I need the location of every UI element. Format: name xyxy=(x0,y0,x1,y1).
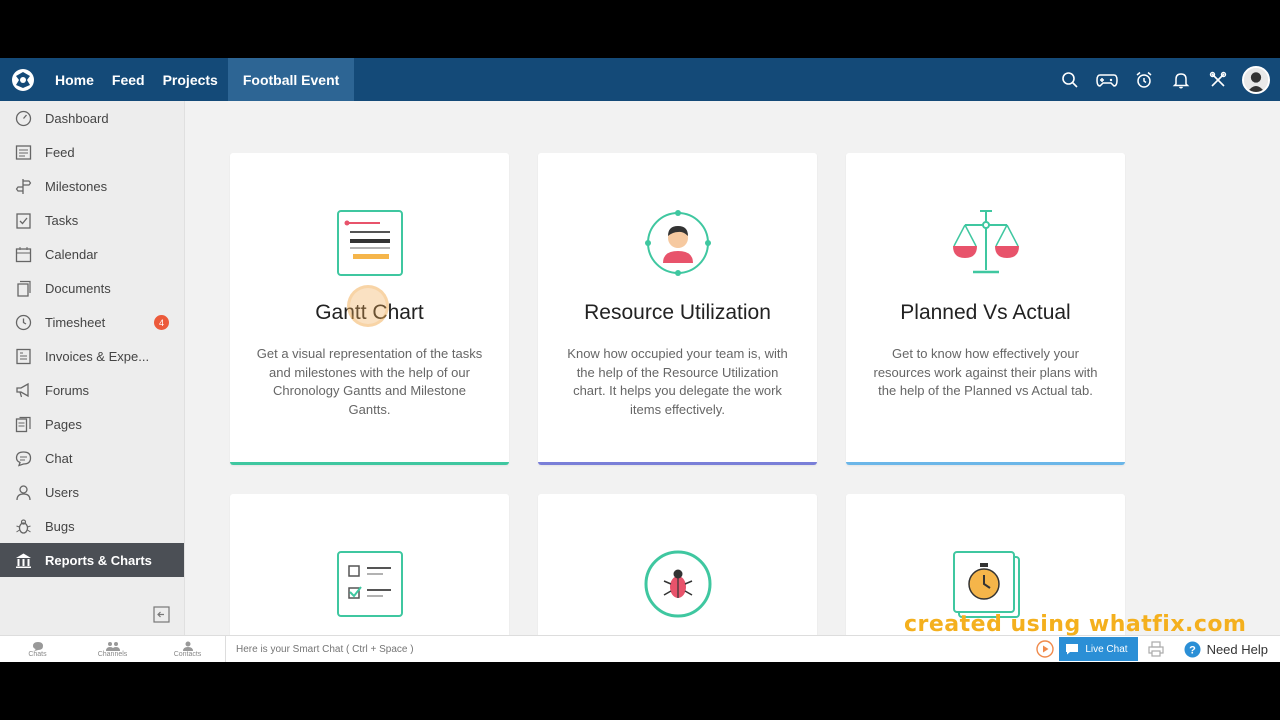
need-help-label: Need Help xyxy=(1206,641,1268,657)
calendar-icon xyxy=(14,245,32,263)
sidebar-item-label: Milestones xyxy=(45,178,108,194)
feed-icon xyxy=(14,143,32,161)
sidebar-item-users[interactable]: Users xyxy=(0,475,184,509)
nav-football-event[interactable]: Football Event xyxy=(227,58,355,101)
help-icon: ? xyxy=(1184,641,1201,657)
sidebar-item-label: Tasks xyxy=(45,212,79,228)
timesheet-badge: 4 xyxy=(154,315,169,330)
dashboard-icon xyxy=(14,109,32,127)
chats-tab[interactable]: Chats xyxy=(0,636,75,663)
pages-icon xyxy=(14,415,32,433)
bug-icon xyxy=(14,517,32,535)
contacts-tab[interactable]: Contacts xyxy=(150,636,225,663)
sidebar-item-label: Pages xyxy=(45,416,82,432)
stopwatch-icon xyxy=(951,549,1021,619)
card-description: Get to know how effectively your resourc… xyxy=(873,346,1098,398)
sidebar-item-timesheet[interactable]: Timesheet 4 xyxy=(0,305,184,339)
bug-report-icon xyxy=(643,549,713,619)
search-icon[interactable] xyxy=(1051,58,1088,101)
channels-tab[interactable]: Channels xyxy=(75,636,150,663)
contacts-tab-label: Contacts xyxy=(173,650,202,658)
user-avatar[interactable] xyxy=(1242,65,1270,94)
sidebar-item-label: Timesheet xyxy=(45,314,106,330)
print-icon[interactable] xyxy=(1138,636,1174,662)
sidebar-item-label: Documents xyxy=(45,280,111,296)
documents-icon xyxy=(14,279,32,297)
sidebar-item-label: Chat xyxy=(45,450,73,466)
sidebar-item-bugs[interactable]: Bugs xyxy=(0,509,184,543)
sidebar-item-label: Users xyxy=(45,484,79,500)
sidebar-item-label: Reports & Charts xyxy=(45,552,152,568)
watermark: created using whatfix.com xyxy=(904,612,1247,637)
bell-icon[interactable] xyxy=(1162,58,1199,101)
reports-content: Gantt Chart Get a visual representation … xyxy=(186,101,1280,662)
app-window: Home Feed Projects Football Event Dashbo… xyxy=(0,58,1280,662)
chat-icon xyxy=(14,449,32,467)
sidebar-item-reports-charts[interactable]: Reports & Charts xyxy=(0,543,184,577)
sidebar-item-label: Forums xyxy=(45,382,90,398)
megaphone-icon xyxy=(14,381,32,399)
sidebar-item-documents[interactable]: Documents xyxy=(0,271,184,305)
bottom-right-actions: Live Chat ? Need Help xyxy=(1031,636,1280,662)
sidebar-item-label: Bugs xyxy=(45,518,75,534)
nav-icon-group xyxy=(1051,58,1280,101)
top-navigation: Home Feed Projects Football Event xyxy=(0,58,1280,101)
sidebar-item-label: Feed xyxy=(45,144,75,160)
play-icon[interactable] xyxy=(1031,636,1059,662)
sidebar-item-label: Dashboard xyxy=(45,110,109,126)
need-help-button[interactable]: ? Need Help xyxy=(1174,641,1280,658)
sidebar-item-calendar[interactable]: Calendar xyxy=(0,237,184,271)
chats-tab-label: Chats xyxy=(28,650,47,658)
alarm-clock-icon[interactable] xyxy=(1125,58,1162,101)
nav-feed[interactable]: Feed xyxy=(103,58,154,101)
card-accent-bar xyxy=(846,462,1125,465)
gamepad-icon[interactable] xyxy=(1088,58,1125,101)
invoice-icon xyxy=(14,347,32,365)
app-logo[interactable] xyxy=(0,58,46,101)
collapse-sidebar-icon[interactable] xyxy=(153,606,170,623)
card-title: Planned Vs Actual xyxy=(900,301,1071,324)
gantt-chart-icon xyxy=(335,208,405,278)
sidebar-item-label: Calendar xyxy=(45,246,98,262)
sidebar-item-milestones[interactable]: Milestones xyxy=(0,169,184,203)
card-resource-utilization[interactable]: Resource Utilization Know how occupied y… xyxy=(538,153,817,465)
sidebar-item-feed[interactable]: Feed xyxy=(0,135,184,169)
users-icon xyxy=(14,483,32,501)
channels-icon xyxy=(105,641,120,651)
tools-icon[interactable] xyxy=(1199,58,1236,101)
nav-home[interactable]: Home xyxy=(46,58,103,101)
card-title: Resource Utilization xyxy=(584,301,771,324)
resource-person-icon xyxy=(643,208,713,278)
card-description: Get a visual representation of the tasks… xyxy=(256,346,483,417)
svg-text:?: ? xyxy=(1189,644,1196,656)
live-chat-label: Live Chat xyxy=(1085,643,1128,655)
checklist-icon xyxy=(335,549,405,619)
chat-bubble-icon xyxy=(1066,644,1079,655)
sidebar-item-forums[interactable]: Forums xyxy=(0,373,184,407)
sidebar-item-tasks[interactable]: Tasks xyxy=(0,203,184,237)
bottom-chat-bar: Chats Channels Contacts Live Chat ? Nee xyxy=(0,635,1280,662)
card-accent-bar xyxy=(538,462,817,465)
card-planned-vs-actual[interactable]: Planned Vs Actual Get to know how effect… xyxy=(846,153,1125,465)
smart-chat-input[interactable] xyxy=(225,635,1015,662)
card-accent-bar xyxy=(230,462,509,465)
bank-icon xyxy=(14,551,32,569)
clock-icon xyxy=(14,313,32,331)
live-chat-button[interactable]: Live Chat xyxy=(1059,637,1138,661)
click-highlight xyxy=(347,285,389,327)
sidebar: Dashboard Feed Milestones Tasks Calendar… xyxy=(0,101,185,635)
sidebar-item-pages[interactable]: Pages xyxy=(0,407,184,441)
channels-tab-label: Channels xyxy=(97,650,128,658)
contacts-icon xyxy=(182,641,193,651)
nav-projects[interactable]: Projects xyxy=(154,58,227,101)
sidebar-item-dashboard[interactable]: Dashboard xyxy=(0,101,184,135)
sidebar-item-label: Invoices & Expe... xyxy=(45,348,150,364)
card-description: Know how occupied your team is, with the… xyxy=(567,346,788,417)
tasks-icon xyxy=(14,211,32,229)
milestone-icon xyxy=(14,177,32,195)
sidebar-item-invoices[interactable]: Invoices & Expe... xyxy=(0,339,184,373)
balance-scale-icon xyxy=(951,208,1021,278)
chats-icon xyxy=(32,641,43,651)
sidebar-item-chat[interactable]: Chat xyxy=(0,441,184,475)
